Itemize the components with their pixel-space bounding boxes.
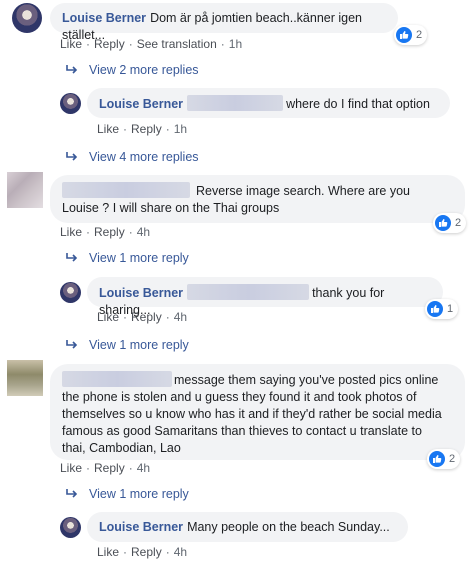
separator: · bbox=[86, 225, 91, 239]
reply-button[interactable]: Reply bbox=[131, 545, 162, 559]
comment-author[interactable]: Louise Berner bbox=[62, 11, 146, 25]
comment-text: Many people on the beach Sunday... bbox=[187, 520, 390, 534]
like-thumb-icon bbox=[396, 27, 412, 43]
like-thumb-icon bbox=[429, 451, 445, 467]
reaction-number: 2 bbox=[416, 29, 423, 41]
reply-arrow-icon bbox=[66, 340, 78, 349]
view-more-replies-label: View 1 more reply bbox=[89, 338, 189, 352]
reaction-count[interactable]: 2 bbox=[433, 213, 467, 233]
comment-text-line: Louise ? I will share on the Thai groups bbox=[62, 201, 280, 215]
separator: · bbox=[128, 37, 133, 51]
timestamp[interactable]: 1h bbox=[174, 122, 187, 136]
view-more-replies-label: View 4 more replies bbox=[89, 150, 199, 164]
comment-bubble: Louise Berner where do I find that option bbox=[87, 88, 450, 118]
avatar[interactable] bbox=[12, 3, 42, 33]
separator: · bbox=[123, 545, 128, 559]
separator: · bbox=[220, 37, 225, 51]
comment-actions: Like · Reply · See translation · 1h bbox=[60, 37, 242, 51]
comment-text: where do I find that option bbox=[286, 97, 430, 111]
like-thumb-icon bbox=[435, 215, 451, 231]
comment-text: message them saying you've posted pics o… bbox=[174, 373, 439, 387]
like-button[interactable]: Like bbox=[60, 37, 82, 51]
comment-actions: Like · Reply · 4h bbox=[97, 310, 187, 324]
separator: · bbox=[123, 122, 128, 136]
like-button[interactable]: Like bbox=[60, 225, 82, 239]
separator: · bbox=[86, 37, 91, 51]
reply-arrow-icon bbox=[66, 253, 78, 262]
comment-text: Reverse image search. Where are you bbox=[196, 184, 410, 198]
reaction-number: 2 bbox=[455, 217, 462, 229]
reaction-count[interactable]: 1 bbox=[425, 299, 459, 319]
view-more-replies[interactable]: View 2 more replies bbox=[65, 63, 199, 77]
comment-author[interactable]: Louise Berner bbox=[99, 286, 183, 300]
reply-arrow-icon bbox=[66, 65, 78, 74]
view-more-replies[interactable]: View 4 more replies bbox=[65, 150, 199, 164]
timestamp[interactable]: 4h bbox=[174, 545, 187, 559]
like-button[interactable]: Like bbox=[97, 122, 119, 136]
comment-actions: Like · Reply · 4h bbox=[60, 461, 150, 475]
separator: · bbox=[165, 310, 170, 324]
view-more-replies[interactable]: View 1 more reply bbox=[65, 487, 189, 501]
reaction-number: 2 bbox=[449, 453, 456, 465]
view-more-replies-label: View 1 more reply bbox=[89, 251, 189, 265]
reply-button[interactable]: Reply bbox=[131, 310, 162, 324]
reply-button[interactable]: Reply bbox=[131, 122, 162, 136]
view-more-replies[interactable]: View 1 more reply bbox=[65, 338, 189, 352]
comment-bubble: Reverse image search. Where are you Loui… bbox=[50, 175, 465, 223]
reply-button[interactable]: Reply bbox=[94, 37, 125, 51]
view-more-replies-label: View 2 more replies bbox=[89, 63, 199, 77]
comment-author[interactable]: Louise Berner bbox=[99, 97, 183, 111]
comment-author[interactable]: Louise Berner bbox=[99, 520, 183, 534]
reply-arrow-icon bbox=[66, 152, 78, 161]
comment-bubble: Louise Berner thank you for sharing... bbox=[87, 277, 443, 317]
reaction-count[interactable]: 2 bbox=[394, 25, 428, 45]
comment-text-line: themselves so u know who has it and if t… bbox=[62, 407, 442, 421]
timestamp[interactable]: 4h bbox=[174, 310, 187, 324]
like-button[interactable]: Like bbox=[60, 461, 82, 475]
comment-text-line: thai, Cambodian, Lao bbox=[62, 441, 181, 455]
like-thumb-icon bbox=[427, 301, 443, 317]
comment-text-line: Reverse image search. Where are you bbox=[62, 182, 453, 200]
comment-text-line: the phone is stolen and u guess they fou… bbox=[62, 390, 417, 404]
comment-actions: Like · Reply · 4h bbox=[60, 225, 150, 239]
comment-actions: Like · Reply · 4h bbox=[97, 545, 187, 559]
separator: · bbox=[123, 310, 128, 324]
avatar[interactable] bbox=[7, 172, 43, 208]
like-button[interactable]: Like bbox=[97, 310, 119, 324]
separator: · bbox=[128, 225, 133, 239]
see-translation-button[interactable]: See translation bbox=[137, 37, 217, 51]
comment-bubble: Louise Berner Dom är på jomtien beach..kä… bbox=[50, 3, 398, 42]
redacted-author bbox=[62, 182, 190, 198]
avatar[interactable] bbox=[60, 93, 81, 114]
separator: · bbox=[165, 122, 170, 136]
avatar[interactable] bbox=[60, 282, 81, 303]
comment-bubble: Louise Berner Many people on the beach Su… bbox=[87, 512, 408, 542]
avatar[interactable] bbox=[60, 517, 81, 538]
redacted-author bbox=[62, 371, 172, 387]
comment-bubble: message them saying you've posted pics o… bbox=[50, 364, 465, 460]
view-more-replies-label: View 1 more reply bbox=[89, 487, 189, 501]
reaction-count[interactable]: 2 bbox=[427, 449, 461, 469]
redacted-mention bbox=[187, 284, 310, 300]
view-more-replies[interactable]: View 1 more reply bbox=[65, 251, 189, 265]
separator: · bbox=[86, 461, 91, 475]
timestamp[interactable]: 1h bbox=[229, 37, 242, 51]
timestamp[interactable]: 4h bbox=[137, 225, 150, 239]
separator: · bbox=[128, 461, 133, 475]
comment-text-line: message them saying you've posted pics o… bbox=[62, 371, 453, 389]
like-button[interactable]: Like bbox=[97, 545, 119, 559]
reply-button[interactable]: Reply bbox=[94, 461, 125, 475]
reply-arrow-icon bbox=[66, 489, 78, 498]
timestamp[interactable]: 4h bbox=[137, 461, 150, 475]
reply-button[interactable]: Reply bbox=[94, 225, 125, 239]
reaction-number: 1 bbox=[447, 303, 454, 315]
redacted-mention bbox=[187, 95, 284, 111]
avatar[interactable] bbox=[7, 360, 43, 396]
comment-text-line: famous as good Samaritans than thieves t… bbox=[62, 424, 422, 438]
separator: · bbox=[165, 545, 170, 559]
comment-actions: Like · Reply · 1h bbox=[97, 122, 187, 136]
